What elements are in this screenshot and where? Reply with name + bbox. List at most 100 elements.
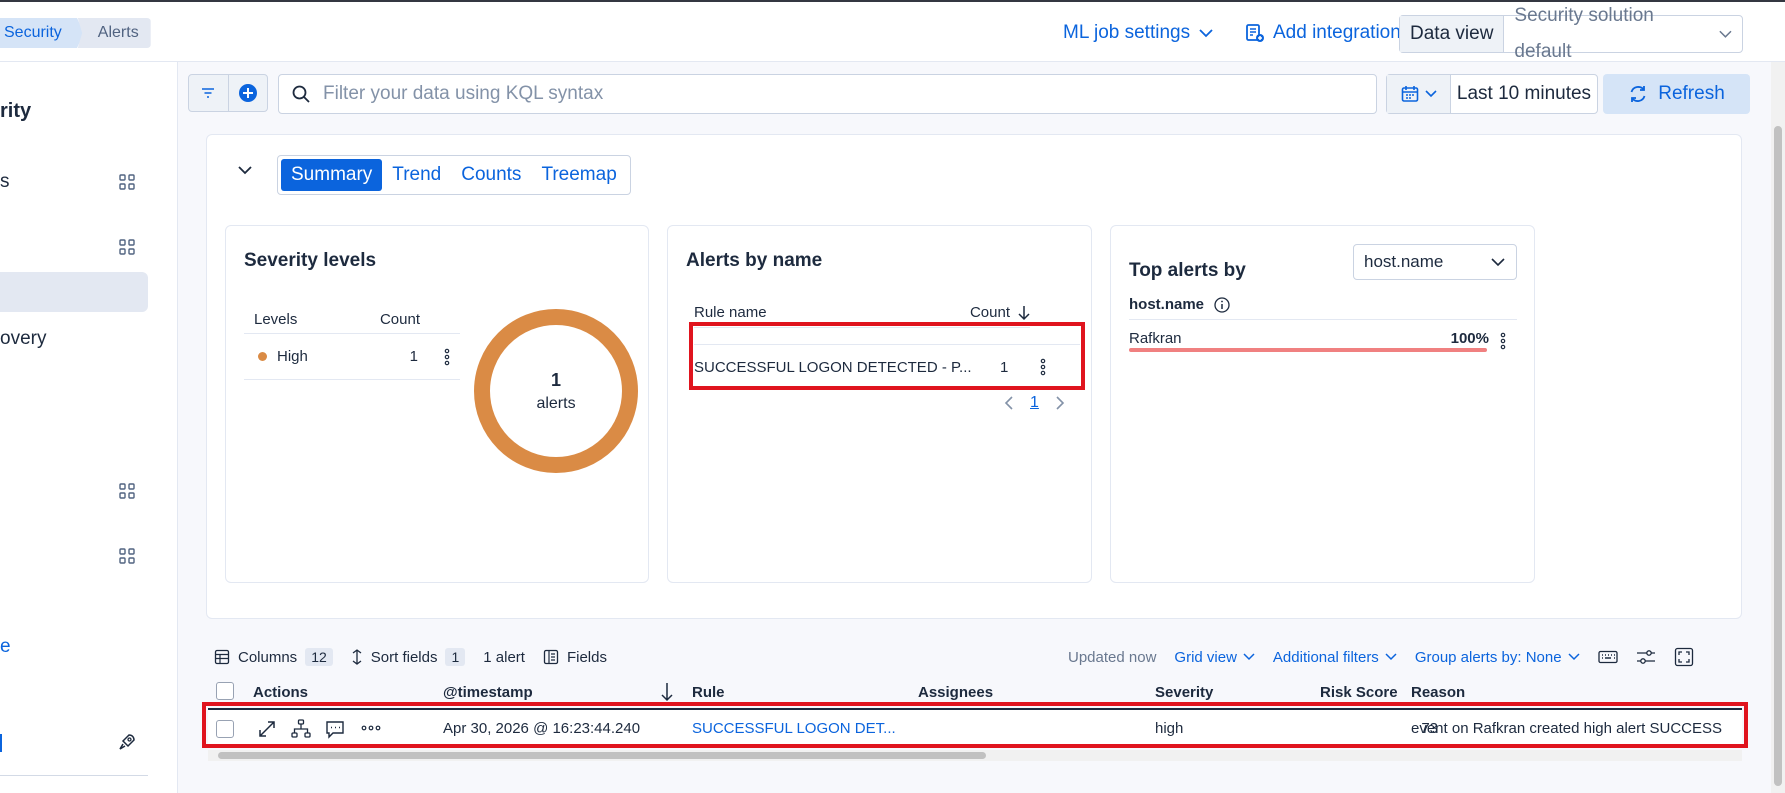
- top-alerts-field-select[interactable]: host.name: [1353, 244, 1517, 280]
- severity-dot: [258, 352, 267, 361]
- alerts-by-name-title: Alerts by name: [686, 250, 823, 271]
- add-integrations-button[interactable]: Add integrations: [1245, 22, 1410, 44]
- display-settings-icon[interactable]: [1636, 649, 1656, 665]
- grid-icon[interactable]: [119, 548, 135, 564]
- date-picker[interactable]: Last 10 minutes: [1386, 74, 1598, 114]
- severity-levels-card: Severity levels Levels Count High 1 1 al…: [225, 225, 649, 583]
- vertical-scrollbar[interactable]: [1771, 62, 1785, 793]
- grid-icon[interactable]: [119, 483, 135, 499]
- breadcrumb-alerts: Alerts: [77, 18, 151, 48]
- breadcrumb-security[interactable]: Security: [0, 18, 84, 48]
- chevron-down-icon: [1199, 29, 1213, 38]
- count-header: Count: [379, 311, 420, 328]
- date-quick-menu[interactable]: [1387, 75, 1451, 113]
- tab-trend[interactable]: Trend: [382, 159, 451, 191]
- grid-view-select[interactable]: Grid view: [1174, 649, 1255, 666]
- chevron-down-icon[interactable]: [237, 165, 253, 175]
- refresh-button[interactable]: Refresh: [1603, 74, 1750, 114]
- tab-summary[interactable]: Summary: [281, 159, 383, 191]
- fields-label: Fields: [566, 648, 607, 666]
- fullscreen-icon[interactable]: [1674, 647, 1694, 667]
- sidebar-item-link[interactable]: e: [0, 636, 11, 658]
- data-view-picker[interactable]: Data view Security solution default: [1399, 5, 1744, 62]
- chevron-right-icon[interactable]: [1055, 395, 1065, 411]
- vertical-scrollbar-thumb[interactable]: [1774, 126, 1782, 786]
- host-name-header: host.name: [1129, 296, 1205, 313]
- side-navigation: rity s overy e: [0, 62, 178, 793]
- kql-placeholder: Filter your data using KQL syntax: [323, 83, 604, 104]
- more-actions-icon[interactable]: [1500, 332, 1506, 350]
- top-alerts-title: Top alerts by: [1129, 260, 1246, 281]
- refresh-icon: [1630, 86, 1646, 102]
- group-alerts-label: Group alerts by: None: [1414, 648, 1562, 666]
- count-header-label: Count: [969, 304, 1010, 321]
- levels-header: Levels: [254, 311, 298, 328]
- severity-table-header: Levels Count: [244, 306, 460, 334]
- ml-job-settings-button[interactable]: ML job settings: [1063, 22, 1214, 44]
- host-percent-bar: [1129, 348, 1487, 352]
- select-all-checkbox[interactable]: [216, 682, 234, 700]
- columns-button[interactable]: Columns 12: [214, 648, 333, 666]
- additional-filters-label: Additional filters: [1272, 648, 1379, 666]
- page-number[interactable]: 1: [1030, 394, 1039, 412]
- alert-count: 1 alert: [483, 648, 525, 666]
- top-header: Security Alerts ML job settings Add inte…: [0, 2, 1785, 62]
- filter-icon: [202, 88, 215, 98]
- sort-fields-button[interactable]: Sort fields 1: [351, 648, 466, 666]
- donut-ring-high[interactable]: [474, 309, 638, 473]
- sidebar-link-marker: [0, 734, 2, 752]
- grid-icon[interactable]: [119, 239, 135, 255]
- sidebar-item-active[interactable]: [0, 272, 148, 312]
- tab-treemap[interactable]: Treemap: [531, 159, 626, 191]
- chevron-down-icon: [1424, 90, 1437, 98]
- sidebar-title: rity: [0, 100, 32, 122]
- columns-label: Columns: [238, 648, 298, 666]
- toolbar-right-controls: Updated now Grid view Additional filters…: [1068, 642, 1694, 672]
- alerts-by-name-pagination: 1: [1004, 394, 1065, 412]
- horizontal-scrollbar-thumb[interactable]: [218, 752, 986, 759]
- data-view-select[interactable]: Security solution default: [1504, 5, 1742, 62]
- grid-icon[interactable]: [119, 174, 135, 190]
- sidebar-item-discovery[interactable]: overy: [0, 328, 46, 350]
- host-name-value[interactable]: Rafkran: [1129, 330, 1182, 347]
- grid-view-label: Grid view: [1174, 648, 1237, 666]
- highlight-box-alert-row: [202, 702, 1748, 748]
- group-alerts-by-select[interactable]: Group alerts by: None: [1415, 649, 1580, 666]
- chevron-down-icon: [1385, 653, 1397, 661]
- info-icon[interactable]: [1214, 296, 1230, 313]
- rule-name-header: Rule name: [694, 304, 767, 321]
- severity-table: Levels Count High 1: [244, 306, 460, 380]
- highlight-box-alerts-by-name: [689, 322, 1085, 390]
- additional-filters-select[interactable]: Additional filters: [1273, 649, 1397, 666]
- sidebar-item-1[interactable]: s: [0, 171, 10, 193]
- fields-icon: [543, 649, 559, 665]
- chevron-down-icon: [1718, 30, 1732, 38]
- filter-menu-button[interactable]: [189, 75, 229, 111]
- chevron-left-icon[interactable]: [1004, 395, 1014, 411]
- severity-row-high: High 1: [244, 334, 460, 380]
- more-actions-icon[interactable]: [444, 348, 450, 366]
- severity-card-title: Severity levels: [244, 250, 377, 271]
- count-sort-header[interactable]: Count: [970, 304, 1030, 321]
- sort-count-badge: 1: [445, 648, 466, 666]
- top-alerts-row[interactable]: Rafkran 100%: [1129, 330, 1489, 347]
- calendar-icon: [1401, 86, 1418, 102]
- data-view-value: Security solution default: [1514, 5, 1654, 62]
- fields-button[interactable]: Fields: [543, 649, 607, 666]
- donut-label: alerts: [536, 395, 575, 412]
- kql-search-input[interactable]: Filter your data using KQL syntax: [278, 74, 1377, 114]
- top-alerts-field-value: host.name: [1364, 252, 1444, 271]
- rocket-icon[interactable]: [117, 732, 137, 752]
- plus-circle-icon: [238, 84, 257, 102]
- date-range-value[interactable]: Last 10 minutes: [1451, 75, 1597, 113]
- filter-button-group: [188, 74, 268, 112]
- severity-donut-chart: 1 alerts: [474, 309, 638, 473]
- sort-icon: [352, 649, 362, 665]
- sort-descending-icon[interactable]: [661, 682, 673, 702]
- keyboard-icon[interactable]: [1597, 650, 1618, 664]
- tab-counts[interactable]: Counts: [451, 159, 531, 191]
- chevron-down-icon: [1491, 258, 1505, 267]
- breadcrumb: Security Alerts: [0, 18, 151, 48]
- chart-tabs: Summary Trend Counts Treemap: [277, 155, 631, 195]
- add-filter-button[interactable]: [229, 75, 268, 111]
